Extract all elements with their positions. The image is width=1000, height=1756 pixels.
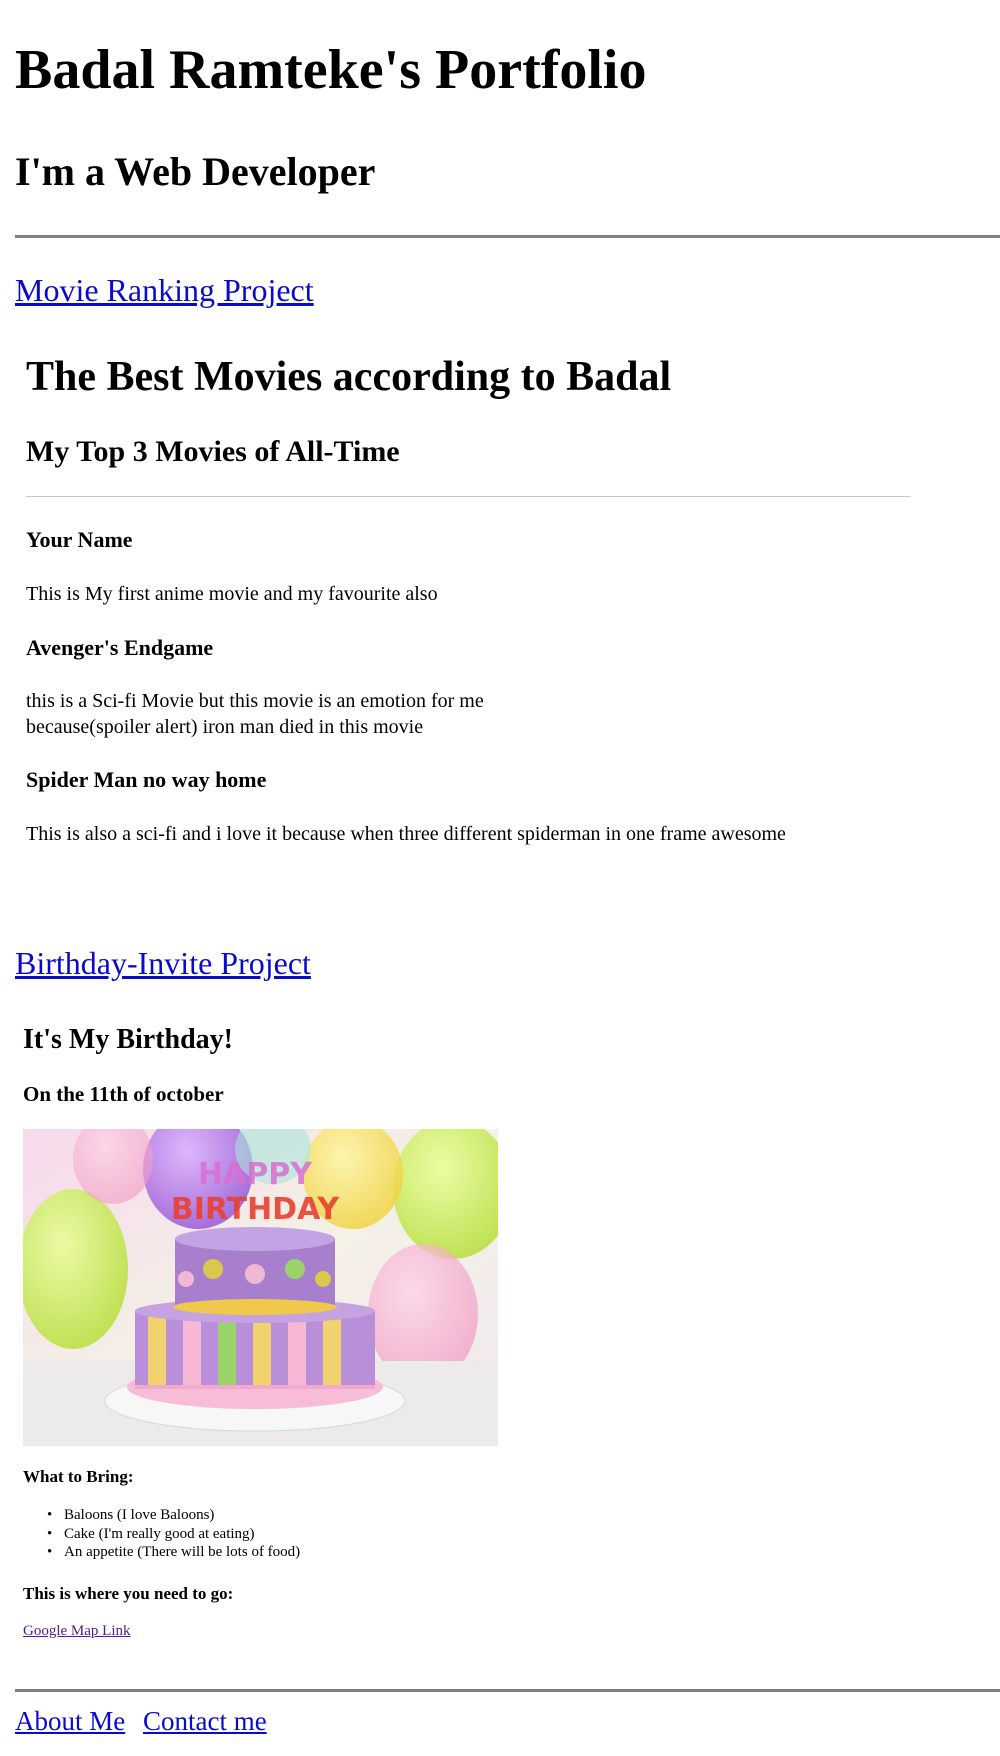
movie-description: This is My first anime movie and my favo… [26,583,438,605]
movie-description: because(spoiler alert) iron man died in … [26,716,424,738]
birthday-date: On the 11th of october [23,1082,224,1106]
movie-ranking-project-link[interactable]: Movie Ranking Project [15,272,314,309]
birthday-heading: It's My Birthday! [23,1024,233,1055]
cake-candle-birthday: BIRTHDAY [171,1192,341,1227]
divider-bottom [15,1689,1000,1692]
what-to-bring-list: Baloons (I love Baloons) Cake (I'm reall… [23,1506,300,1562]
google-map-link[interactable]: Google Map Link [23,1623,130,1640]
divider-top [15,235,1000,238]
movie-description: This is also a sci-fi and i love it beca… [26,823,786,845]
movies-subheading: My Top 3 Movies of All-Time [26,435,400,468]
movie-ranking-embed: The Best Movies according to Badal My To… [26,345,956,865]
list-item: Baloons (I love Baloons) [23,1506,300,1525]
contact-me-link[interactable]: Contact me [143,1706,267,1737]
cake-candle-happy: HAPPY [198,1157,313,1192]
birthday-cake-image: HAPPY BIRTHDAY [23,1129,498,1446]
movie-title: Avenger's Endgame [26,635,214,660]
birthday-invite-project-link[interactable]: Birthday-Invite Project [15,945,311,982]
movies-heading: The Best Movies according to Badal [26,354,672,400]
movies-divider [26,496,911,497]
what-to-bring-heading: What to Bring: [23,1467,134,1486]
about-me-link[interactable]: About Me [15,1706,125,1737]
page-title: Badal Ramteke's Portfolio [15,39,647,101]
list-item: An appetite (There will be lots of food) [23,1543,300,1562]
page-subtitle: I'm a Web Developer [15,149,376,194]
movie-title: Spider Man no way home [26,767,267,792]
movie-description: this is a Sci-fi Movie but this movie is… [26,690,484,712]
where-to-go-heading: This is where you need to go: [23,1584,234,1603]
movie-title: Your Name [26,527,133,552]
list-item: Cake (I'm really good at eating) [23,1525,300,1544]
